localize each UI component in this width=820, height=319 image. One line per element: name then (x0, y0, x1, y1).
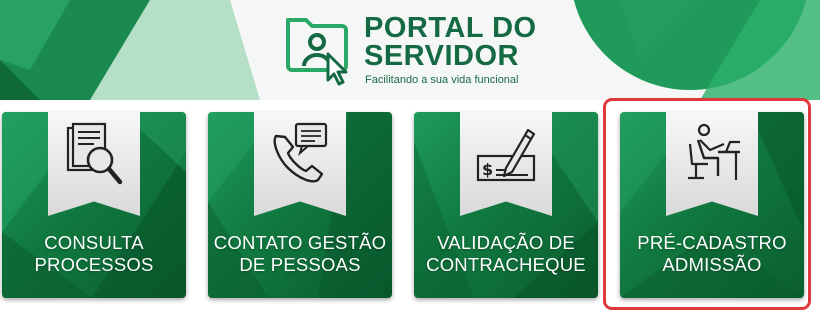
tile-label: CONSULTA PROCESSOS (2, 232, 186, 276)
tile-label: CONTATO GESTÃO DE PESSOAS (208, 232, 392, 276)
person-desk-icon (688, 123, 740, 180)
tile-label: PRÉ-CADASTRO ADMISSÃO (620, 232, 804, 276)
svg-text:$: $ (482, 160, 493, 179)
check-sign-icon: $ (476, 128, 536, 182)
phone-message-icon (273, 122, 328, 183)
tile-contato-gestao-pessoas[interactable]: CONTATO GESTÃO DE PESSOAS (208, 112, 392, 298)
tile-pre-cadastro-admissao[interactable]: PRÉ-CADASTRO ADMISSÃO (620, 112, 804, 298)
tile-banner: $ (460, 112, 552, 216)
tile-label-line2: PROCESSOS (34, 254, 154, 275)
tile-label-line1: CONTATO GESTÃO (213, 232, 387, 253)
portal-header: PORTAL DO SERVIDOR Facilitando a sua vid… (0, 0, 820, 100)
tile-label: VALIDAÇÃO DE CONTRACHEQUE (414, 232, 598, 276)
portal-title-line1: PORTAL DO (364, 12, 537, 44)
tile-banner (666, 112, 758, 216)
portal-title: PORTAL DO SERVIDOR (364, 12, 537, 72)
tile-validacao-contracheque[interactable]: $ VALIDAÇÃO DE CONTRACHEQUE (414, 112, 598, 298)
portal-title-line2: SERVIDOR (364, 40, 519, 72)
portal-tagline: Facilitando a sua vida funcional (365, 74, 519, 86)
tile-banner (48, 112, 140, 216)
tile-banner (254, 112, 346, 216)
document-search-icon (66, 122, 123, 185)
tile-label-line2: CONTRACHEQUE (426, 254, 586, 275)
tile-label-line2: DE PESSOAS (239, 254, 361, 275)
tile-label-line1: VALIDAÇÃO DE (437, 232, 575, 253)
folder-user-cursor-icon (286, 18, 348, 86)
portal-logo[interactable]: PORTAL DO SERVIDOR Facilitando a sua vid… (284, 10, 544, 94)
tile-label-line1: PRÉ-CADASTRO (637, 232, 787, 253)
tile-label-line1: CONSULTA (44, 232, 144, 253)
tile-label-line2: ADMISSÃO (662, 254, 762, 275)
tile-consulta-processos[interactable]: CONSULTA PROCESSOS (2, 112, 186, 298)
